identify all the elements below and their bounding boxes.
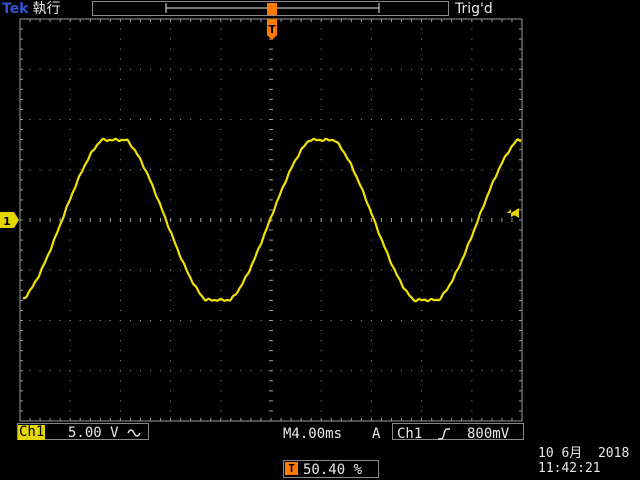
- trigger-level-marker[interactable]: [511, 208, 519, 218]
- date-readout: 10 6月 2018: [538, 446, 630, 461]
- time-readout: 11:42:21: [538, 461, 601, 476]
- trigger-position-icon: T: [285, 462, 298, 475]
- trigger-level[interactable]: 800mV: [467, 426, 509, 442]
- graticule-display[interactable]: T 1: [0, 0, 640, 480]
- record-position-marker: [267, 3, 277, 15]
- trigger-mode: A: [372, 426, 381, 442]
- timebase-readout[interactable]: M4.00ms: [283, 426, 342, 442]
- ch1-ground-marker[interactable]: 1: [0, 212, 19, 228]
- channel-marker-label: 1: [3, 215, 11, 228]
- rising-edge-icon: [438, 428, 450, 440]
- trigger-position-marker[interactable]: T: [267, 19, 277, 40]
- trigger-position-value[interactable]: 50.40 %: [303, 462, 362, 478]
- ch1-label-badge[interactable]: Ch1: [18, 425, 46, 440]
- trigger-marker-label: T: [268, 23, 276, 36]
- ch1-vertical-scale: 5.00 V: [68, 425, 119, 441]
- trigger-source: Ch1: [397, 426, 423, 442]
- ac-coupling-icon: [127, 429, 141, 437]
- graticule-center-axes: [19, 18, 522, 421]
